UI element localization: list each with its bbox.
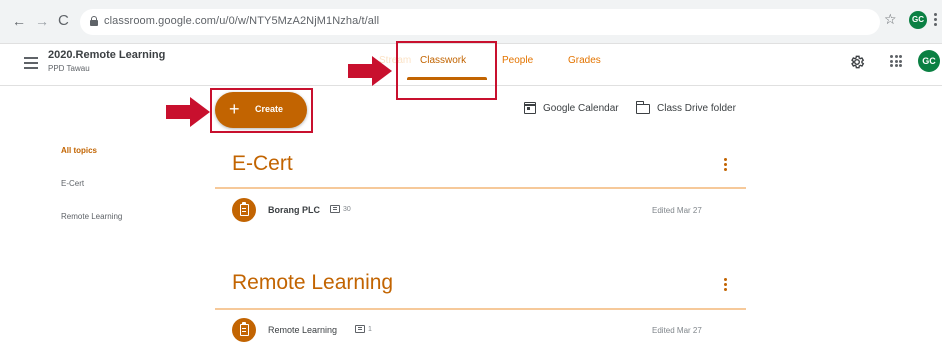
comment-icon [355,325,365,333]
account-avatar[interactable]: GC [918,50,940,72]
more-vert-icon[interactable] [724,278,727,293]
drive-label: Class Drive folder [657,103,736,114]
topic-divider [215,187,746,189]
topic-divider [215,308,746,310]
forward-icon[interactable]: → [35,14,49,28]
address-bar[interactable]: classroom.google.com/u/0/w/NTY5MzA2NjM1N… [80,9,880,35]
annotation-arrow-icon [166,97,210,127]
class-title[interactable]: 2020.Remote Learning [48,49,165,61]
topic-title: Remote Learning [232,271,394,294]
assignment-icon [232,318,256,342]
edited-date: Edited Mar 27 [652,326,702,335]
item-title: Remote Learning [268,325,338,335]
topic-link-all[interactable]: All topics [61,146,97,155]
comment-count: 1 [368,326,372,333]
list-item[interactable]: Borang PLC 30 Edited Mar 27 [215,195,746,227]
apps-icon[interactable] [890,55,902,67]
highlight-box-classwork [396,41,497,100]
class-subtitle: PPD Tawau [48,64,90,73]
edited-date: Edited Mar 27 [652,206,702,215]
topic-link-remote-learning[interactable]: Remote Learning [61,212,122,221]
url-text[interactable]: classroom.google.com/u/0/w/NTY5MzA2NjM1N… [104,15,379,27]
comment-count: 30 [343,206,351,213]
calendar-label: Google Calendar [543,103,619,114]
list-item[interactable]: Remote Learning 1 Edited Mar 27 [215,315,746,343]
gear-icon[interactable] [849,54,865,70]
highlight-box-create [210,88,313,133]
browser-menu-icon[interactable] [934,13,937,28]
calendar-icon [523,102,536,114]
item-title: Borang PLC [268,205,321,215]
assignment-icon [232,198,256,222]
topic-link-ecert[interactable]: E-Cert [61,179,84,188]
annotation-arrow-icon [348,56,392,86]
reload-icon[interactable]: C [58,13,69,28]
back-icon[interactable]: ← [12,14,26,28]
lock-icon[interactable] [90,16,98,26]
hamburger-icon[interactable] [24,57,38,72]
star-icon[interactable]: ☆ [884,12,897,26]
tab-people[interactable]: People [502,55,533,66]
comment-icon [330,205,340,213]
more-vert-icon[interactable] [724,158,727,173]
browser-profile-avatar[interactable]: GC [909,11,927,29]
tab-grades[interactable]: Grades [568,55,601,66]
folder-icon [635,101,650,114]
topic-title: E-Cert [232,152,293,175]
browser-toolbar: ← → C classroom.google.com/u/0/w/NTY5MzA… [0,0,942,44]
